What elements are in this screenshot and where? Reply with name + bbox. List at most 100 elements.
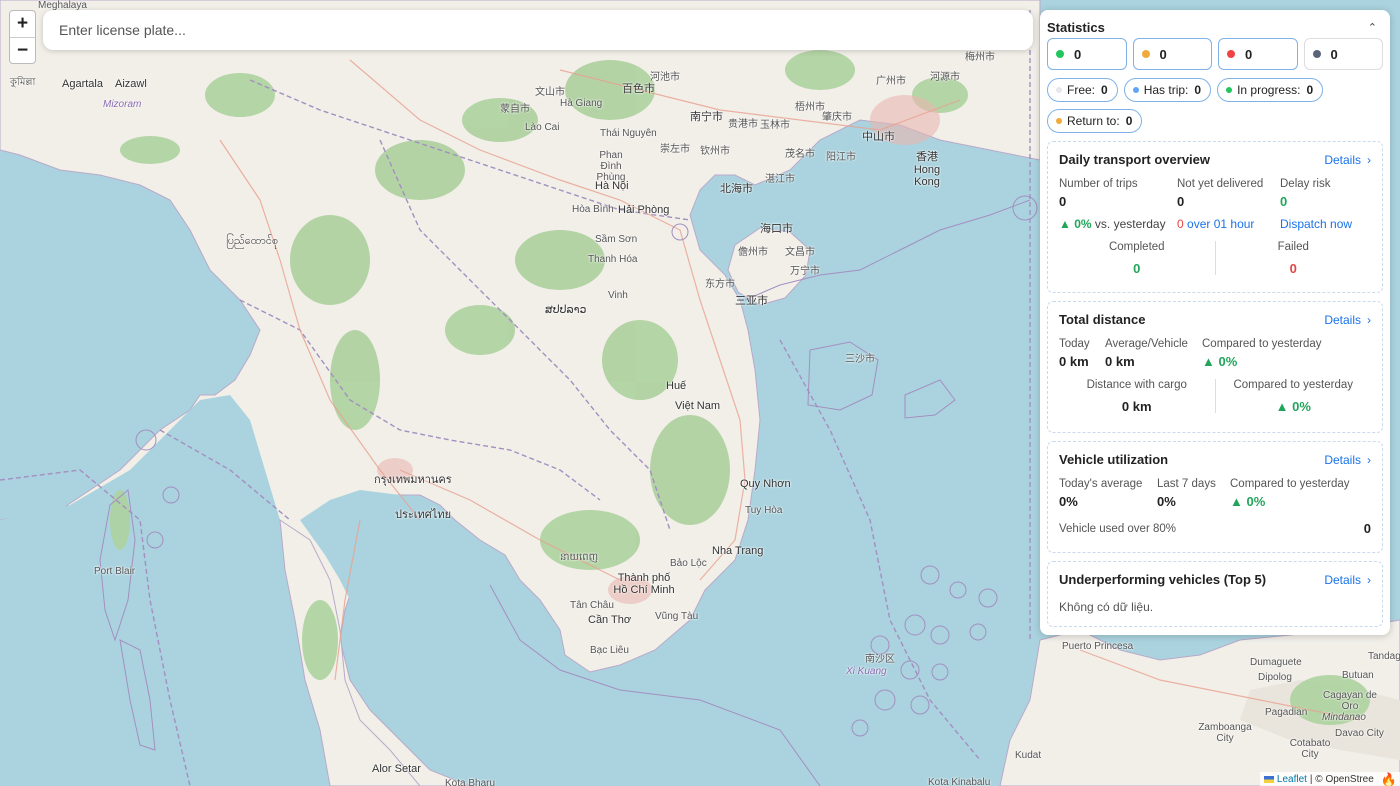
map-place-label: Agartala [62, 78, 103, 90]
map-place-label: Thành phố Hồ Chí Minh [613, 572, 675, 596]
map-place-label: 三沙市 [845, 354, 875, 365]
map-place-label: 海口市 [760, 223, 793, 235]
map-place-label: 北海市 [720, 183, 753, 195]
license-plate-input[interactable] [59, 22, 1017, 38]
statistics-header: Statistics ⌃ [1047, 18, 1383, 36]
status-filter-pills: Free: 0 Has trip: 0 In progress: 0 Retur… [1047, 78, 1383, 133]
cargo-distance-label: Distance with cargo [1086, 379, 1187, 391]
undelivered-label: Not yet delivered [1177, 178, 1264, 190]
pill-value: 0 [1101, 83, 1108, 97]
map-place-label: Hải Phòng [618, 204, 670, 216]
map-place-label: কুমিল্লা [10, 77, 36, 88]
pill-label: Return to: [1067, 114, 1120, 128]
pill-label: Free: [1067, 83, 1096, 97]
map-place-label: Thanh Hóa [588, 254, 638, 265]
status-counter-red[interactable]: 0 [1218, 38, 1298, 70]
chevron-right-icon: › [1367, 452, 1371, 467]
overdue-link[interactable]: over 01 hour [1187, 217, 1254, 231]
status-dot-icon [1132, 87, 1139, 93]
map-place-label: Bảo Lộc [670, 558, 707, 569]
details-link[interactable]: Details › [1324, 153, 1371, 167]
map-place-label: 香港 Hong Kong [913, 151, 941, 188]
map-place-label: Aizawl [115, 78, 147, 90]
map-place-label: 百色市 [622, 83, 655, 95]
map-place-label: 南宁市 [690, 111, 723, 123]
pill-in-progress[interactable]: In progress: 0 [1217, 78, 1324, 102]
map-place-label: 梅州市 [965, 52, 995, 63]
chevron-right-icon: › [1367, 152, 1371, 167]
status-counter-orange[interactable]: 0 [1132, 38, 1212, 70]
undelivered-value: 0 [1177, 194, 1185, 209]
vehicle-utilization-card: Vehicle utilization Details › Today's ave… [1047, 441, 1383, 553]
card-title: Total distance [1059, 312, 1146, 327]
map-place-label: Pagadian [1265, 707, 1308, 718]
zoom-control: + − [9, 10, 36, 64]
zoom-in-button[interactable]: + [10, 11, 35, 37]
empty-state-text: Không có dữ liệu. [1059, 600, 1154, 614]
completed-label: Completed [1108, 241, 1165, 253]
last-7-days-label: Last 7 days [1157, 478, 1216, 490]
trips-label: Number of trips [1059, 178, 1138, 190]
zoom-out-button[interactable]: − [10, 37, 35, 63]
map-place-label: Butuan [1342, 670, 1374, 681]
flame-icon[interactable]: 🔥 [1381, 772, 1397, 786]
map-place-label: 南沙区 [865, 654, 895, 665]
total-distance-card: Total distance Details › Today 0 km Avera… [1047, 301, 1383, 433]
pill-free[interactable]: Free: 0 [1047, 78, 1118, 102]
status-dot-icon [1226, 87, 1233, 93]
status-counter-gray[interactable]: 0 [1303, 38, 1383, 70]
license-plate-search [43, 10, 1033, 50]
status-counters: 0 0 0 0 [1047, 38, 1383, 70]
avg-distance-label: Average/Vehicle [1105, 338, 1188, 350]
leaflet-link[interactable]: Leaflet [1277, 774, 1307, 785]
map-place-label: នាយពេញ [560, 552, 599, 563]
collapse-chevron-icon[interactable]: ⌃ [1368, 21, 1383, 34]
undelivered-overdue-count: 0 [1177, 217, 1184, 231]
map-place-label: ประเทศไทย [395, 509, 452, 521]
avg-distance-value: 0 km [1105, 354, 1135, 369]
map-place-label: 中山市 [862, 131, 895, 143]
dispatch-now-link[interactable]: Dispatch now [1280, 217, 1352, 231]
delay-label: Delay risk [1280, 178, 1331, 190]
map-place-label: Mizoram [103, 99, 142, 110]
map-place-label: Dumaguete [1250, 657, 1302, 668]
compare-label: Compared to yesterday [1230, 478, 1350, 490]
today-distance-value: 0 km [1059, 354, 1089, 369]
compare-label: Compared to yesterday [1202, 338, 1322, 350]
map-place-label: Mindanao [1322, 712, 1366, 723]
details-link[interactable]: Details › [1324, 313, 1371, 327]
today-distance-label: Today [1059, 338, 1090, 350]
map-place-label: 蒙自市 [500, 104, 530, 115]
trips-change-suffix: vs. yesterday [1094, 217, 1166, 231]
status-counter-green[interactable]: 0 [1047, 38, 1127, 70]
map-place-label: Cần Thơ [588, 614, 632, 626]
delay-value: 0 [1280, 194, 1288, 209]
map-place-label: 肇庆市 [822, 112, 852, 123]
map-place-label: Cagayan de Oro [1323, 690, 1377, 712]
map-place-label: 阳江市 [826, 152, 856, 163]
map-place-label: ສປປລາວ [545, 304, 587, 316]
map-place-label: Sầm Sơn [595, 234, 638, 245]
map-place-label: Kudat [1015, 750, 1042, 761]
map-place-label: Hòa Bình [572, 204, 614, 215]
card-title: Vehicle utilization [1059, 452, 1169, 467]
pill-label: Has trip: [1143, 83, 1189, 97]
map-place-label: Nha Trang [712, 545, 764, 557]
details-link[interactable]: Details › [1324, 573, 1371, 587]
chevron-right-icon: › [1367, 312, 1371, 327]
pill-has-trip[interactable]: Has trip: 0 [1123, 78, 1212, 102]
map-place-label: Tandag [1368, 651, 1400, 662]
failed-label: Failed [1277, 241, 1309, 253]
map-place-label: 文昌市 [785, 247, 815, 258]
card-title: Daily transport overview [1059, 152, 1210, 167]
pill-return-to[interactable]: Return to: 0 [1047, 109, 1143, 133]
statistics-panel: Statistics ⌃ 0 0 0 0 Free: 0 Has trip: 0… [1040, 10, 1390, 635]
map-place-label: Bạc Liêu [590, 645, 629, 656]
pill-value: 0 [1306, 83, 1314, 97]
map-place-label: Kota Kinabalu [928, 777, 991, 786]
map-place-label: Tân Châu [570, 600, 614, 611]
pill-value: 0 [1194, 83, 1202, 97]
pill-label: In progress: [1237, 83, 1301, 97]
map-place-label: Davao City [1335, 728, 1384, 739]
details-link[interactable]: Details › [1324, 453, 1371, 467]
